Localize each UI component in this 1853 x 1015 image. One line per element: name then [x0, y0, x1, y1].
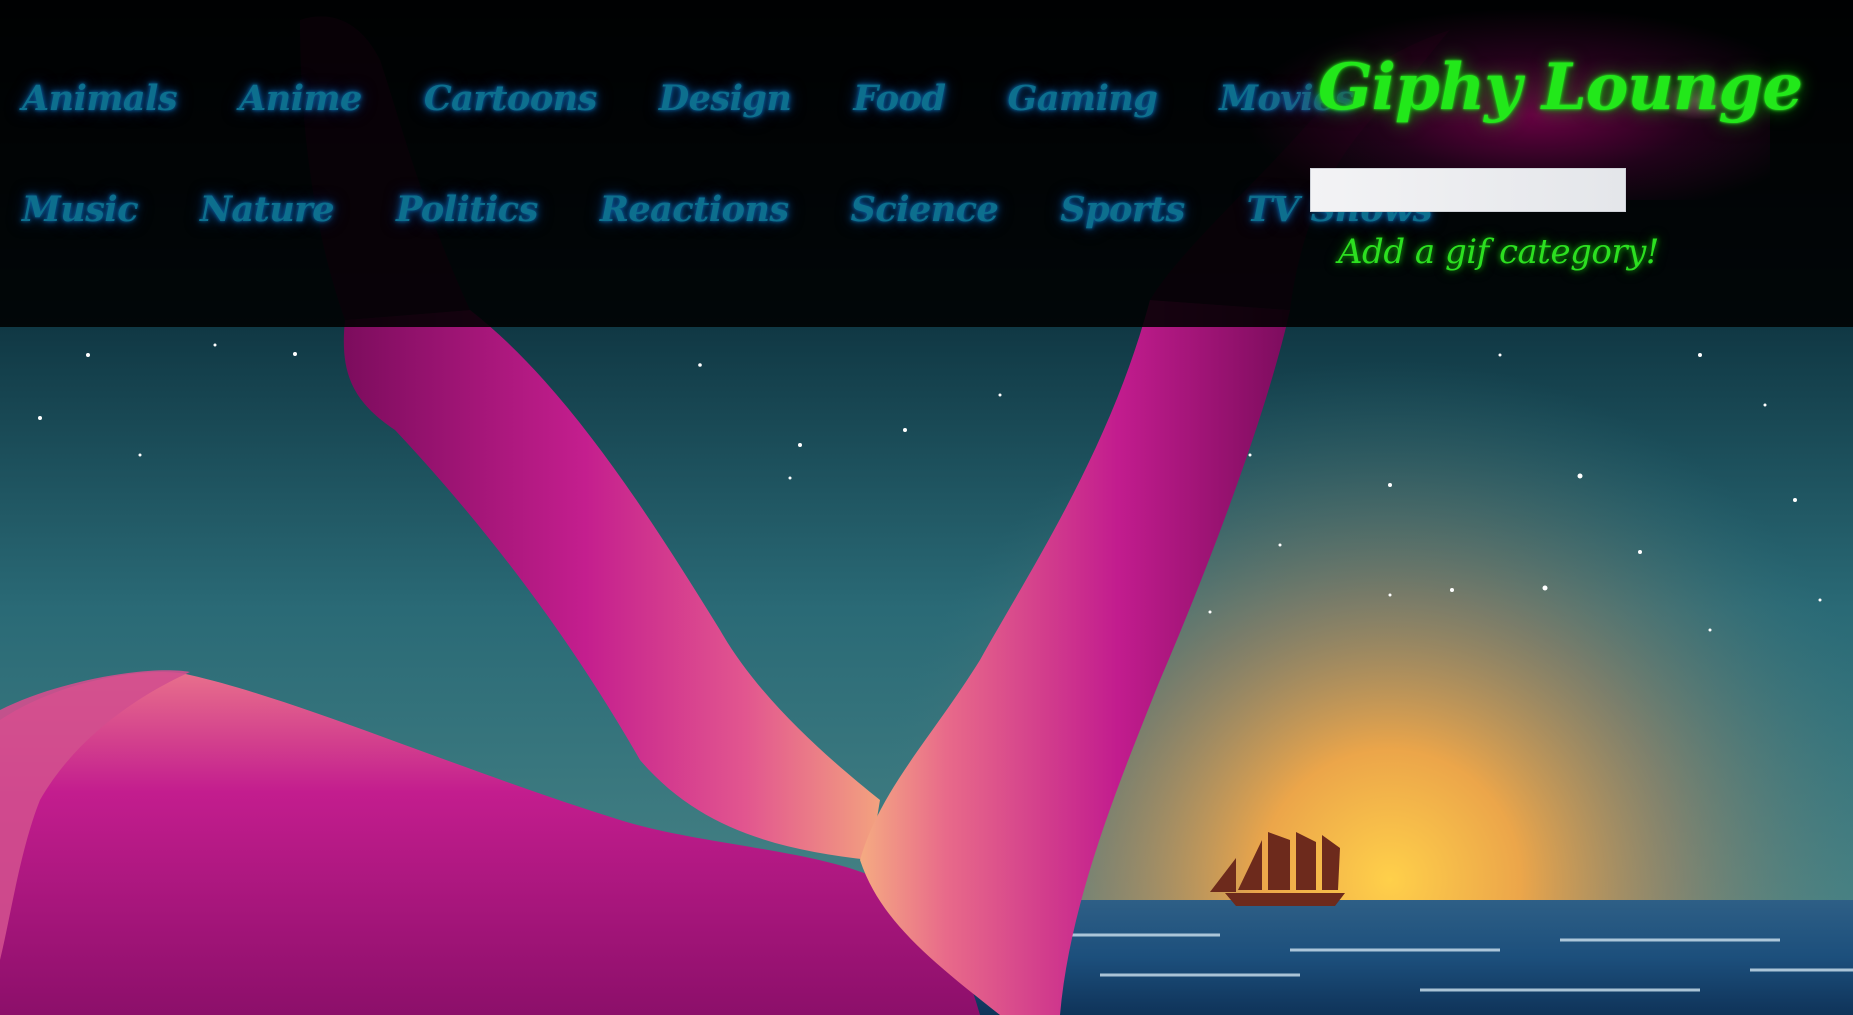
nav-link-cartoons[interactable]: Cartoons: [424, 78, 597, 119]
nav-link-science[interactable]: Science: [851, 189, 999, 230]
category-nav-row-1: Animals Anime Cartoons Design Food Gamin…: [22, 78, 1416, 119]
nav-link-politics[interactable]: Politics: [396, 189, 538, 230]
nav-link-music[interactable]: Music: [22, 189, 139, 230]
category-nav-row-2: Music Nature Politics Reactions Science …: [22, 189, 1494, 230]
nav-link-food[interactable]: Food: [853, 78, 946, 119]
brand-title: Giphy Lounge: [1318, 50, 1803, 125]
nav-link-sports[interactable]: Sports: [1060, 189, 1185, 230]
nav-link-animals[interactable]: Animals: [22, 78, 178, 119]
nav-link-design[interactable]: Design: [659, 78, 792, 119]
add-category-button[interactable]: Add a gif category!: [1338, 232, 1659, 272]
category-input[interactable]: [1310, 168, 1626, 212]
nav-link-anime[interactable]: Anime: [239, 78, 362, 119]
nav-link-gaming[interactable]: Gaming: [1007, 78, 1157, 119]
nav-link-reactions[interactable]: Reactions: [600, 189, 789, 230]
nav-link-nature[interactable]: Nature: [200, 189, 335, 230]
